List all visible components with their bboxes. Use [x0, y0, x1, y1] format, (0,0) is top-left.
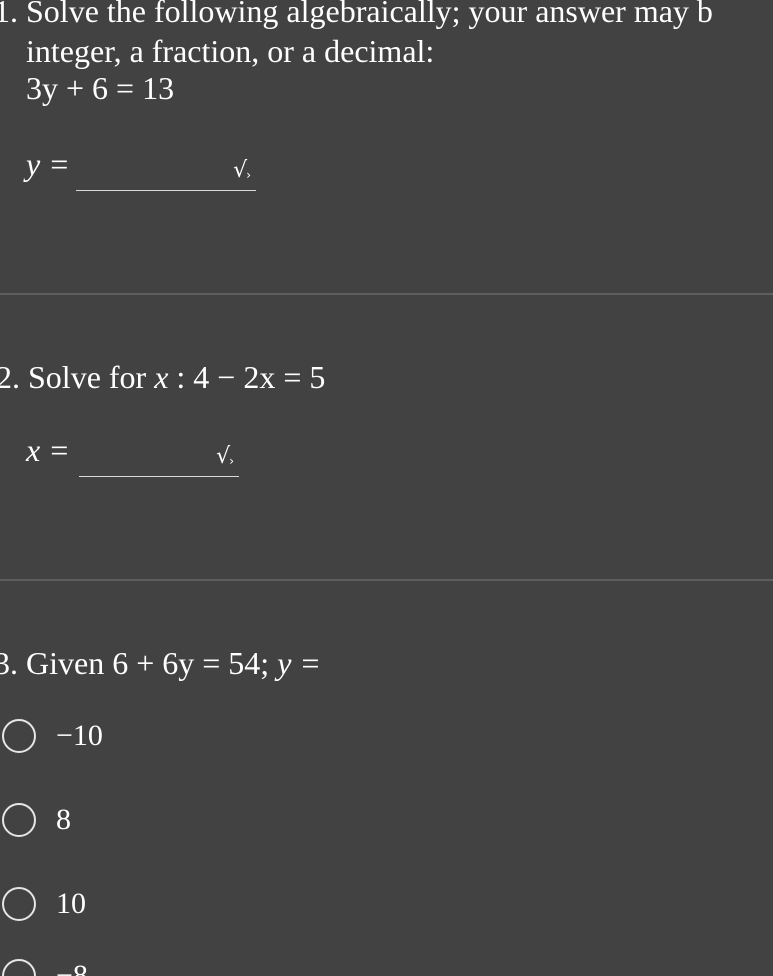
- question-2-prompt: 2. Solve for x : 4 − 2x = 5: [0, 358, 325, 396]
- answer-label-y: y =: [26, 146, 70, 182]
- divider: [0, 579, 773, 581]
- question-1-equation: 3y + 6 = 13: [26, 70, 175, 106]
- question-2-equation: : 4 − 2x = 5: [176, 359, 326, 395]
- answer-input-x[interactable]: √›: [79, 438, 239, 477]
- option-label: 8: [56, 803, 71, 836]
- option-label: 10: [56, 887, 86, 920]
- option-neg8[interactable]: −8: [0, 956, 88, 976]
- question-3-text: Given 6 + 6y = 54;: [26, 645, 270, 681]
- question-1-text-line-2: integer, a fraction, or a decimal:: [26, 33, 435, 69]
- radio-circle-icon[interactable]: [2, 719, 36, 753]
- square-root-icon[interactable]: √›: [233, 158, 252, 183]
- option-8[interactable]: 8: [0, 800, 71, 840]
- radio-circle-icon[interactable]: [2, 959, 36, 976]
- question-1-text-line-1: Solve the following algebraically; your …: [26, 0, 713, 29]
- question-number: 2.: [0, 359, 20, 395]
- divider: [0, 293, 773, 295]
- radio-circle-icon[interactable]: [2, 803, 36, 837]
- answer-label-x: x =: [26, 432, 70, 468]
- question-3-prompt: 3. Given 6 + 6y = 54; y =: [0, 644, 321, 682]
- question-2-text: Solve for: [28, 359, 147, 395]
- option-neg10[interactable]: −10: [0, 716, 103, 756]
- radio-circle-icon[interactable]: [2, 887, 36, 921]
- question-number: 3.: [0, 645, 18, 681]
- square-root-icon[interactable]: √›: [216, 444, 235, 469]
- option-10[interactable]: 10: [0, 884, 86, 924]
- option-label: −8: [56, 959, 88, 976]
- question-number: 1.: [0, 0, 18, 29]
- answer-input-y[interactable]: √›: [76, 152, 256, 191]
- question-2-variable: x: [154, 359, 169, 395]
- question-1-prompt-line-1: 1. Solve the following algebraically; yo…: [0, 0, 713, 30]
- question-3-ask: y =: [277, 645, 321, 681]
- option-label: −10: [56, 719, 103, 752]
